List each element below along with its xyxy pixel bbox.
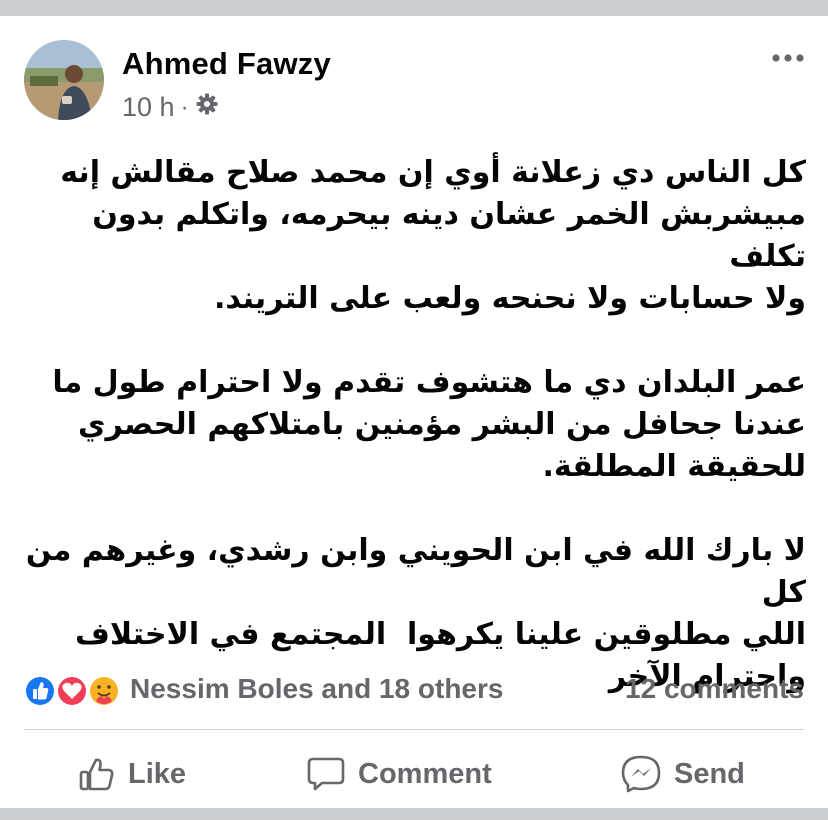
more-dots-icon[interactable] xyxy=(768,46,808,70)
messenger-icon xyxy=(620,754,662,794)
send-label: Send xyxy=(674,757,745,790)
post-time[interactable]: 10 h xyxy=(122,92,175,123)
comment-button[interactable]: Comment xyxy=(306,746,492,802)
thumbs-up-icon xyxy=(78,755,116,793)
comment-bubble-icon xyxy=(306,755,346,793)
like-reaction-icon xyxy=(24,675,56,707)
avatar-photo xyxy=(24,40,104,120)
divider xyxy=(24,729,804,730)
post-meta: 10 h · xyxy=(122,92,219,123)
reaction-icons[interactable] xyxy=(24,673,124,709)
care-reaction-icon xyxy=(88,675,120,707)
love-reaction-icon xyxy=(56,675,88,707)
meta-separator: · xyxy=(180,93,189,121)
comment-label: Comment xyxy=(358,757,492,790)
send-button[interactable]: Send xyxy=(620,746,745,802)
post-body: كل الناس دي زعلانة أوي إن محمد صلاح مقال… xyxy=(25,155,806,694)
comments-count[interactable]: 12 comments xyxy=(625,673,804,705)
author-name[interactable]: Ahmed Fawzy xyxy=(122,46,331,82)
action-bar: Like Comment Send xyxy=(0,746,828,802)
like-button[interactable]: Like xyxy=(78,746,186,802)
avatar[interactable] xyxy=(24,40,104,120)
reactions-summary[interactable]: Nessim Boles and 18 others xyxy=(130,673,503,705)
gear-icon[interactable] xyxy=(195,92,219,123)
post-card: Ahmed Fawzy 10 h · كل الناس دي زعلانة أو… xyxy=(0,16,828,808)
reactions-bar: Nessim Boles and 18 others 12 comments xyxy=(24,670,804,710)
like-label: Like xyxy=(128,757,187,790)
